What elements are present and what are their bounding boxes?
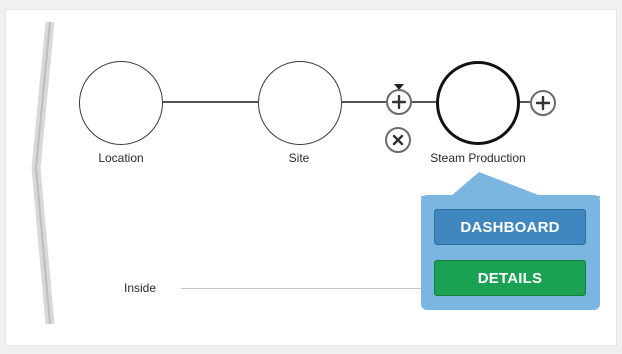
- close-icon: [392, 134, 404, 146]
- node-location[interactable]: [79, 61, 163, 145]
- node-action-popover: DASHBOARD DETAILS: [421, 195, 600, 310]
- remove-node-button[interactable]: [385, 127, 411, 153]
- details-button[interactable]: DETAILS: [434, 260, 586, 296]
- plus-icon: [536, 96, 550, 110]
- chevron-left-icon[interactable]: [22, 18, 62, 328]
- row-label-inside: Inside: [124, 281, 157, 295]
- insert-node-button[interactable]: [386, 89, 412, 115]
- row-divider: [181, 288, 423, 289]
- connector-site-plus: [342, 101, 386, 103]
- connector-plus-steam: [412, 101, 436, 103]
- node-label-site: Site: [288, 151, 310, 165]
- node-label-location: Location: [98, 151, 144, 165]
- node-steam-production[interactable]: [436, 61, 520, 145]
- connector-location-site: [162, 101, 258, 103]
- dashboard-button[interactable]: DASHBOARD: [434, 209, 586, 245]
- plus-icon: [392, 95, 406, 109]
- node-label-steam-production: Steam Production: [430, 151, 526, 165]
- node-site[interactable]: [258, 61, 342, 145]
- add-child-button[interactable]: [530, 90, 556, 116]
